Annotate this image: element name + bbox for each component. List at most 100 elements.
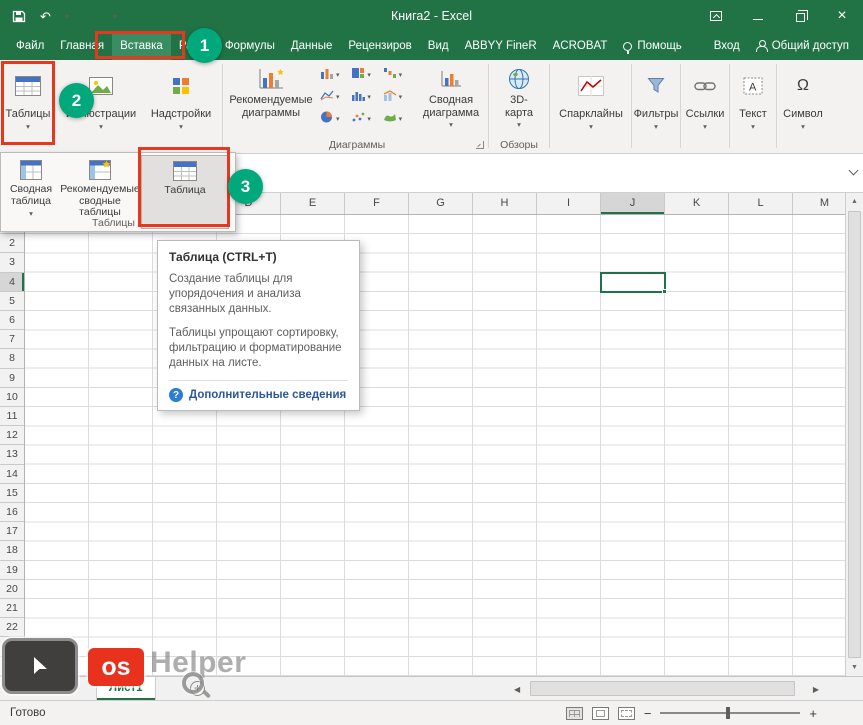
recommended-charts-button[interactable]: Рекомендуемые диаграммы (228, 62, 314, 138)
pivot-chart-button[interactable]: Сводная диаграмма ▾ (416, 62, 486, 138)
oshelper-watermark: os Helper (2, 638, 246, 694)
fill-handle[interactable] (662, 288, 667, 294)
zoom-in-button[interactable]: + (809, 707, 817, 720)
svg-text:A: A (749, 82, 757, 94)
highlight-box-insert-tab (95, 31, 185, 59)
vscroll-up-icon[interactable]: ▲ (846, 198, 863, 205)
tab-help[interactable]: Помощь (615, 32, 689, 60)
row-header-8[interactable]: 8 (0, 349, 24, 369)
row-header-9[interactable]: 9 (0, 369, 24, 388)
hscroll-thumb[interactable] (530, 681, 795, 696)
tab-abbyy-finereader[interactable]: ABBYY FineR (457, 32, 545, 60)
minimize-icon[interactable] (737, 0, 779, 32)
insert-map-chart-button[interactable]: ▾ (381, 110, 412, 127)
row-header-22[interactable]: 22 (0, 618, 24, 638)
column-header-F[interactable]: F (345, 193, 409, 214)
tab-acrobat[interactable]: ACROBAT (545, 32, 616, 60)
tab-file[interactable]: Файл (8, 32, 52, 60)
pivot-table-button[interactable]: Сводная таблица ▾ (3, 155, 59, 219)
row-header-11[interactable]: 11 (0, 407, 24, 427)
row-header-7[interactable]: 7 (0, 330, 24, 350)
symbols-button[interactable]: Ω Символ ▾ (778, 62, 828, 146)
undo-dropdown-caret-icon[interactable]: ▾ (65, 13, 69, 21)
sheet-grid[interactable]: 123456789101112131415161718192021222324 (0, 215, 845, 676)
links-label: Ссылки (685, 108, 725, 120)
row-header-5[interactable]: 5 (0, 292, 24, 312)
insert-statistic-chart-button[interactable]: ▾ (349, 88, 380, 105)
restore-icon[interactable] (779, 0, 821, 32)
row-header-18[interactable]: 18 (0, 541, 24, 561)
row-header-13[interactable]: 13 (0, 445, 24, 465)
addins-button[interactable]: Надстройки ▾ (148, 62, 214, 146)
map-chart-icon (383, 111, 397, 126)
formula-bar-collapse-icon[interactable] (848, 165, 859, 176)
page-layout-view-button[interactable] (591, 706, 609, 720)
zoom-out-button[interactable]: − (644, 707, 652, 720)
dialog-launcher-icon[interactable] (476, 141, 484, 149)
tab-formulas[interactable]: Формулы (217, 32, 283, 60)
zoom-slider[interactable] (660, 707, 801, 719)
insert-column-chart-button[interactable]: ▾ (318, 66, 349, 83)
tab-review[interactable]: Рецензиров (340, 32, 419, 60)
more-info-link[interactable]: ? Дополнительные сведения (169, 388, 348, 403)
cells-area[interactable] (25, 215, 845, 676)
row-header-2[interactable]: 2 (0, 234, 24, 254)
column-header-E[interactable]: E (281, 193, 345, 214)
recommended-pivot-tables-button[interactable]: Рекомендуемые сводные таблицы (60, 155, 140, 219)
dropdown-arrow-icon: ▾ (589, 121, 593, 131)
hscroll-left-icon[interactable]: ◀ (514, 685, 520, 694)
insert-pie-chart-button[interactable]: ▾ (318, 110, 349, 127)
row-header-20[interactable]: 20 (0, 580, 24, 600)
zoom-slider-thumb[interactable] (726, 707, 731, 719)
customize-qat-icon[interactable]: ▾ (113, 13, 117, 21)
insert-waterfall-chart-button[interactable]: ▾ (381, 66, 412, 83)
column-header-I[interactable]: I (537, 193, 601, 214)
insert-line-chart-button[interactable]: ▾ (318, 88, 349, 105)
column-header-L[interactable]: L (729, 193, 793, 214)
column-header-K[interactable]: K (665, 193, 729, 214)
vscroll-down-icon[interactable]: ▼ (846, 664, 863, 671)
share-button[interactable]: Общий доступ (748, 32, 857, 60)
selected-cell[interactable] (600, 272, 667, 294)
tab-view[interactable]: Вид (420, 32, 457, 60)
addins-label: Надстройки (150, 108, 212, 120)
insert-hierarchy-chart-button[interactable]: ▾ (349, 66, 380, 83)
page-break-view-button[interactable] (617, 706, 635, 720)
close-icon[interactable]: × (821, 0, 863, 32)
row-header-19[interactable]: 19 (0, 561, 24, 580)
row-header-15[interactable]: 15 (0, 484, 24, 504)
filters-button[interactable]: Фильтры ▾ (633, 62, 679, 146)
insert-combo-chart-button[interactable]: ▾ (381, 88, 412, 105)
column-header-J[interactable]: J (601, 193, 665, 214)
row-header-3[interactable]: 3 (0, 253, 24, 273)
horizontal-scrollbar[interactable] (528, 681, 803, 696)
text-button[interactable]: A Текст ▾ (731, 62, 775, 146)
row-header-16[interactable]: 16 (0, 503, 24, 523)
row-header-14[interactable]: 14 (0, 465, 24, 484)
ribbon-display-options-icon[interactable] (695, 0, 737, 32)
tab-data[interactable]: Данные (283, 32, 341, 60)
lightbulb-icon (623, 41, 633, 54)
normal-view-button[interactable] (565, 706, 583, 720)
vertical-scrollbar[interactable]: ▲ ▼ (845, 193, 863, 676)
column-header-M[interactable]: M (793, 193, 845, 214)
row-header-12[interactable]: 12 (0, 426, 24, 446)
map-3d-button[interactable]: 3D-карта ▾ (491, 62, 547, 138)
row-header-4[interactable]: 4 (0, 272, 24, 292)
sign-in-button[interactable]: Вход (706, 32, 748, 60)
row-header-10[interactable]: 10 (0, 388, 24, 408)
undo-icon[interactable]: ↶ (40, 10, 51, 23)
insert-scatter-chart-button[interactable]: ▾ (349, 110, 380, 127)
column-header-H[interactable]: H (473, 193, 537, 214)
row-header-21[interactable]: 21 (0, 599, 24, 619)
sparklines-button[interactable]: Спарклайны ▾ (552, 62, 630, 146)
status-bar-right: − + (565, 706, 863, 720)
row-header-6[interactable]: 6 (0, 311, 24, 331)
vscroll-thumb[interactable] (848, 211, 861, 658)
column-header-G[interactable]: G (409, 193, 473, 214)
save-icon[interactable] (12, 10, 26, 23)
hscroll-right-icon[interactable]: ▶ (813, 685, 819, 694)
row-header-17[interactable]: 17 (0, 522, 24, 542)
links-button[interactable]: Ссылки ▾ (682, 62, 728, 146)
recommended-chart-icon (258, 65, 284, 93)
